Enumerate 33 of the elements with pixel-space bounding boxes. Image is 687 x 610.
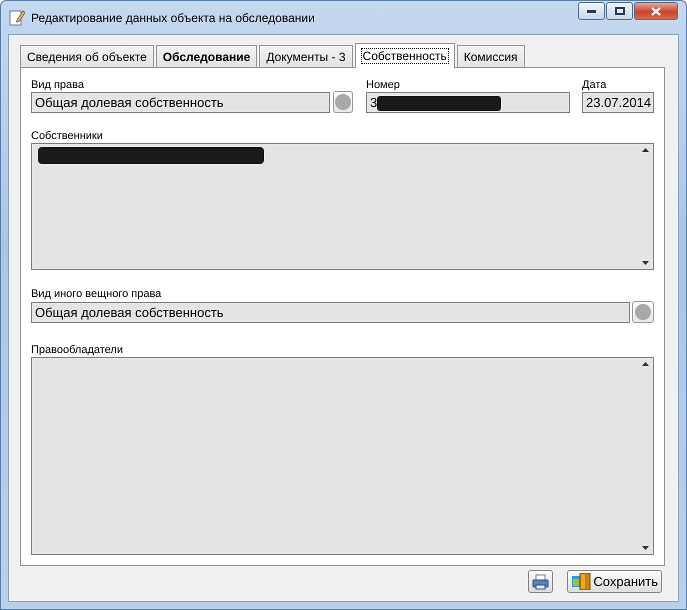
tab[interactable]: Собственность	[354, 43, 455, 68]
scroll-down-icon[interactable]	[642, 261, 648, 266]
maximize-button[interactable]	[606, 2, 633, 20]
field-label: Номер	[366, 79, 401, 91]
close-icon	[651, 6, 661, 16]
printer-icon	[532, 574, 550, 590]
door-icon	[571, 573, 592, 590]
field-label: Вид иного вещного права	[31, 288, 162, 300]
maximize-icon	[614, 7, 624, 15]
select-button[interactable]	[632, 301, 654, 324]
save-button[interactable]: Сохранить	[567, 570, 662, 593]
input-field[interactable]: Общая долевая собственность	[31, 92, 330, 113]
tab[interactable]: Сведения об объекте	[20, 45, 154, 67]
close-button[interactable]	[634, 2, 678, 20]
field-label: Правообладатели	[31, 344, 124, 356]
field-label: Вид права	[31, 79, 85, 91]
notepad-pencil-icon	[9, 9, 25, 26]
tab[interactable]: Комиссия	[456, 45, 525, 67]
input-field[interactable]: 3	[366, 92, 570, 113]
list-box[interactable]	[31, 143, 654, 270]
input-field[interactable]: 23.07.2014	[582, 92, 654, 113]
scroll-up-icon[interactable]	[642, 362, 648, 366]
print-button[interactable]	[528, 570, 554, 593]
minimize-icon	[587, 10, 596, 12]
input-field[interactable]: Общая долевая собственность	[31, 302, 630, 324]
tab[interactable]: Обследование	[156, 45, 258, 67]
window-title: Редактирование данных объекта на обследовании	[31, 10, 316, 24]
scroll-up-icon[interactable]	[642, 148, 648, 152]
tab[interactable]: Документы - 3	[259, 45, 353, 67]
field-label: Собственники	[31, 130, 104, 142]
field-label: Дата	[582, 79, 608, 91]
scroll-down-icon[interactable]	[642, 546, 648, 550]
minimize-button[interactable]	[578, 2, 605, 20]
